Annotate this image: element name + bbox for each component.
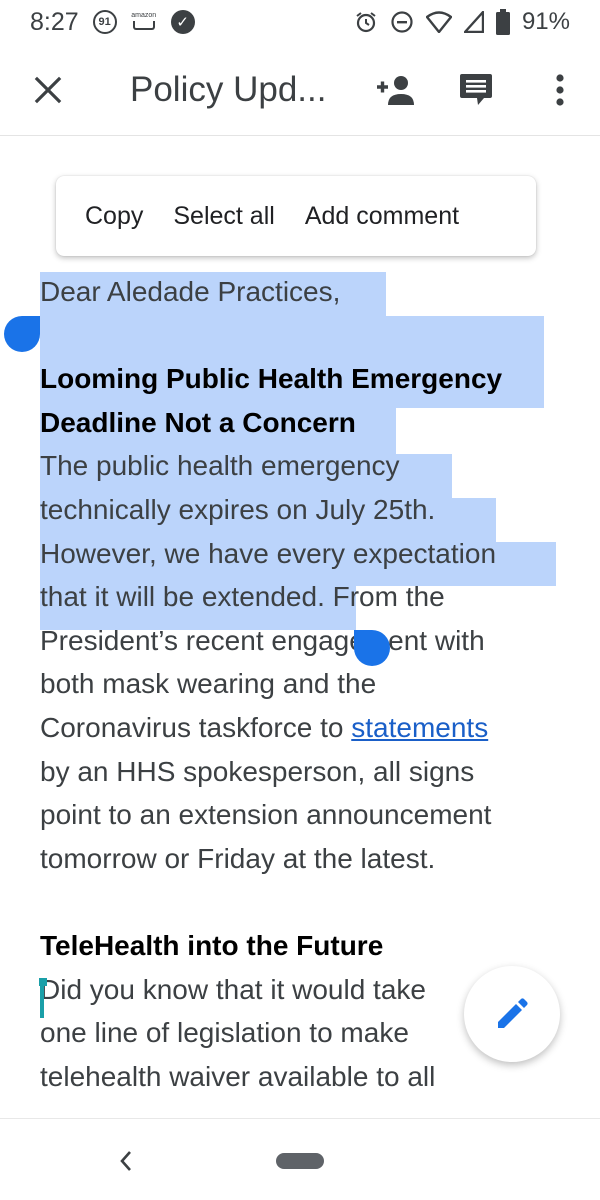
selection-start-handle[interactable] [4,316,40,352]
back-button[interactable] [108,1143,144,1179]
back-chevron-icon [120,1151,131,1171]
heading-1-line-2: Deadline Not a Concern [40,406,356,438]
share-button[interactable] [372,70,418,110]
amazon-icon: amazon [131,12,157,32]
paragraph-line: telehealth waiver available to all [40,1060,436,1092]
battery-percent: 91% [521,8,570,35]
notification-count-icon: 91 [92,10,117,34]
check-circle-icon: ✓ [170,10,195,34]
copy-menu-item[interactable]: Copy [56,202,158,231]
paragraph-line: both mask wearing and the [40,668,377,700]
alarm-icon [356,12,376,33]
close-button[interactable] [28,70,68,110]
wifi-icon [425,11,452,33]
more-options-button[interactable] [540,70,580,110]
paragraph-line: that it will be extended. From the [40,575,570,619]
paragraph-line: tomorrow or Friday at the latest. [40,842,436,874]
battery-icon [495,9,510,35]
cart-shape [132,21,155,30]
paragraph-line: President’s recent engagement with [40,624,485,656]
heading-1-line-1: Looming Public Health Emergency [40,363,503,395]
do-not-disturb-icon [391,11,413,33]
status-time: 8:27 [30,7,79,36]
unselected-text: . From the [317,581,445,613]
close-icon [34,76,62,104]
comment-icon [460,74,492,105]
statements-link[interactable]: statements [351,712,488,743]
heading-2: TeleHealth into the Future [40,929,384,961]
status-left: 8:27 91 amazon ✓ [30,8,195,37]
text-segment: Coronavirus taskforce to [40,711,352,743]
comments-button[interactable] [456,70,496,110]
amazon-label: amazon [131,12,157,19]
more-vert-icon [556,74,564,106]
document-title: Policy Upd... [130,70,327,109]
greeting: Dear Aledade Practices, [40,276,341,307]
paragraph-line: Coronavirus taskforce to statements [40,706,570,750]
collaborator-cursor [39,978,47,1018]
edit-fab-button[interactable] [464,966,560,1062]
paragraph-line: point to an extension announcement [40,799,492,831]
app-bar: Policy Upd... [0,44,600,136]
add-comment-menu-item[interactable]: Add comment [290,202,474,231]
selected-text: that it will be extended [40,581,318,613]
home-pill-button[interactable] [276,1153,324,1169]
pencil-icon [498,998,528,1028]
add-person-icon [377,76,414,105]
selection-end-handle[interactable] [354,630,390,666]
select-all-menu-item[interactable]: Select all [158,202,289,231]
status-right: 91% [354,8,570,36]
system-nav-bar [0,1118,600,1200]
paragraph-line: The public health emergency [40,450,400,482]
status-bar: 8:27 91 amazon ✓ 91% [0,0,600,44]
paragraph-line: However, we have every expectation [40,537,497,569]
paragraph-line: by an HHS spokesperson, all signs [40,755,475,787]
paragraph-line: technically expires on July 25th. [40,493,436,525]
signal-icon [463,11,484,33]
text-selection-menu: Copy Select all Add comment [56,176,536,256]
